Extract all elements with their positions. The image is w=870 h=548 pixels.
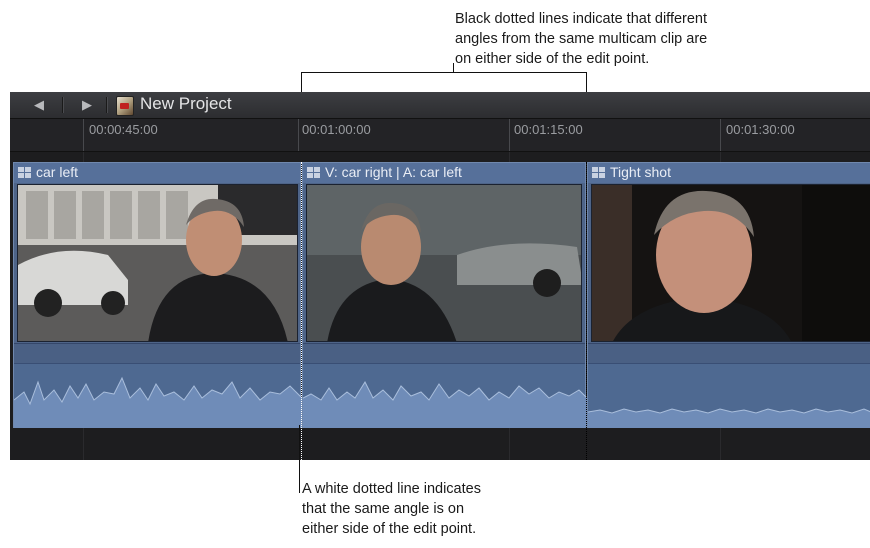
bottom-callout-line-2: that the same angle is on [302,501,465,517]
project-title: New Project [140,94,232,113]
clip-thumbnail [17,184,298,342]
bottom-callout-line-1: A white dotted line indicates [302,481,481,497]
audio-waveform [303,363,587,428]
video-band [303,343,585,364]
ruler-tick [298,119,299,151]
video-band [588,343,870,364]
ruler-tick [509,119,510,151]
bottom-callout: A white dotted line indicates that the s… [302,479,481,539]
edit-point-different-angle[interactable] [586,162,587,460]
multicam-icon [592,167,605,178]
top-callout-line-1: Black dotted lines indicate that differe… [455,11,708,27]
top-leader-bar [301,72,587,73]
triangle-left-icon: ◀ [34,97,44,112]
clip-name: V: car right | A: car left [325,164,462,180]
clip-car-left[interactable]: car left [13,162,302,428]
back-button[interactable]: ◀ [26,96,52,114]
video-band [14,343,300,364]
timecode-label: 00:01:30:00 [726,122,795,137]
clip-header: V: car right | A: car left [303,163,585,183]
toolbar-divider [62,97,64,113]
triangle-right-icon: ▶ [82,97,92,112]
timecode-label: 00:01:00:00 [302,122,371,137]
multicam-icon [18,167,31,178]
audio-waveform [588,363,870,428]
clip-name: car left [36,164,79,180]
clip-tight-shot[interactable]: Tight shot [587,162,870,428]
ruler-tick [720,119,721,151]
audio-waveform [14,363,302,428]
forward-button[interactable]: ▶ [74,96,100,114]
timeline-panel: ◀ ▶ New Project 00:00:45:00 00:01:00:00 … [10,92,870,460]
project-clapper-icon [116,96,134,116]
top-callout-line-2: angles from the same multicam clip are [455,31,708,47]
bottom-leader [299,425,300,493]
clip-header: car left [14,163,300,183]
timeline-toolbar: ◀ ▶ New Project [10,92,870,119]
timecode-label: 00:00:45:00 [89,122,158,137]
clip-name: Tight shot [610,164,671,180]
clip-car-right[interactable]: V: car right | A: car left [302,162,587,428]
top-callout-line-3: on either side of the edit point. [455,51,650,67]
timecode-label: 00:01:15:00 [514,122,583,137]
clip-thumbnail [591,184,870,342]
toolbar-divider [106,97,108,113]
edit-point-same-angle[interactable] [301,162,302,460]
multicam-icon [307,167,320,178]
clip-thumbnail [306,184,582,342]
bottom-callout-line-3: either side of the edit point. [302,521,477,537]
timecode-ruler[interactable]: 00:00:45:00 00:01:00:00 00:01:15:00 00:0… [10,119,870,152]
top-callout: Black dotted lines indicate that differe… [455,9,707,69]
clip-header: Tight shot [588,163,870,183]
ruler-tick [83,119,84,151]
